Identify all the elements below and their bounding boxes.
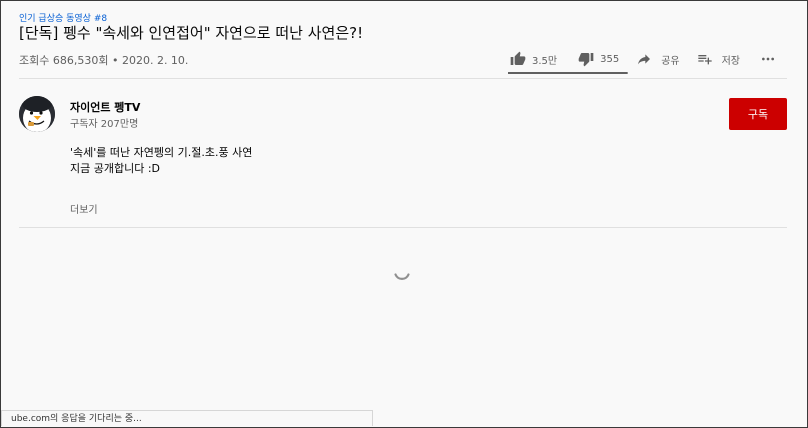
playlist-add-icon (697, 55, 712, 65)
loading-spinner-icon (394, 273, 410, 280)
show-more-button[interactable]: 더보기 (70, 201, 98, 216)
video-actions: 3.5만 355 공유 저장 (510, 48, 776, 70)
dislike-count: 355 (600, 53, 620, 65)
view-count: 조회수 686,530회 (19, 54, 109, 67)
more-horiz-icon (762, 57, 775, 61)
meta-separator: • (108, 54, 122, 67)
description-line: '속세'를 떠난 자연펭의 기.절.초.풍 사연 (70, 146, 253, 159)
channel-avatar[interactable] (19, 96, 55, 132)
subscriber-count: 구독자 207만명 (70, 119, 139, 130)
share-arrow-icon (638, 54, 651, 65)
like-dislike-ratio-bar (508, 72, 628, 74)
upload-date: 2020. 2. 10. (121, 54, 189, 67)
like-ratio-fill (508, 72, 627, 74)
description-line: 지금 공개합니다 :D (70, 162, 161, 175)
video-title: [단독] 펭수 "속세와 인연접어" 자연으로 떠난 사연은?! (19, 24, 364, 42)
description-divider (19, 227, 787, 228)
save-button[interactable]: 저장 (697, 51, 740, 67)
thumbs-up-icon (510, 51, 526, 65)
share-label: 공유 (661, 55, 680, 67)
dislike-button[interactable]: 355 (578, 51, 619, 67)
thumbs-down-icon (578, 53, 594, 67)
more-actions-button[interactable] (760, 51, 776, 67)
channel-name-link[interactable]: 자이언트 펭TV (70, 99, 140, 115)
penguin-avatar-icon (19, 96, 55, 132)
video-meta: 조회수 686,530회 • 2020. 2. 10. (19, 52, 188, 68)
save-label: 저장 (721, 55, 741, 67)
like-button[interactable]: 3.5만 (510, 51, 557, 67)
header-divider (19, 78, 787, 79)
browser-status-bar: ube.com의 응답을 기다리는 중... (1, 410, 373, 426)
like-count: 3.5만 (532, 55, 558, 67)
share-button[interactable]: 공유 (636, 51, 680, 67)
video-description: '속세'를 떠난 자연펭의 기.절.초.풍 사연 지금 공개합니다 :D (70, 145, 252, 177)
subscribe-button[interactable]: 구독 (729, 98, 787, 130)
